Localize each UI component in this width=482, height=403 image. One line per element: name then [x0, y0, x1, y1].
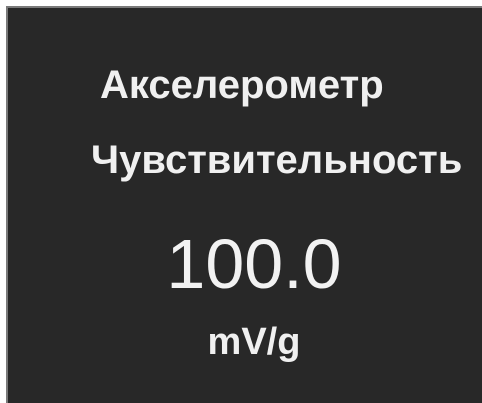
sensitivity-label: Чувствительность [91, 138, 463, 182]
sensitivity-unit: mV/g [207, 321, 301, 363]
sensor-title: Акселерометр [100, 63, 384, 107]
sensor-panel: Акселерометр Чувствительность 100.0 mV/g [6, 6, 482, 403]
sensitivity-value: 100.0 [166, 225, 342, 303]
